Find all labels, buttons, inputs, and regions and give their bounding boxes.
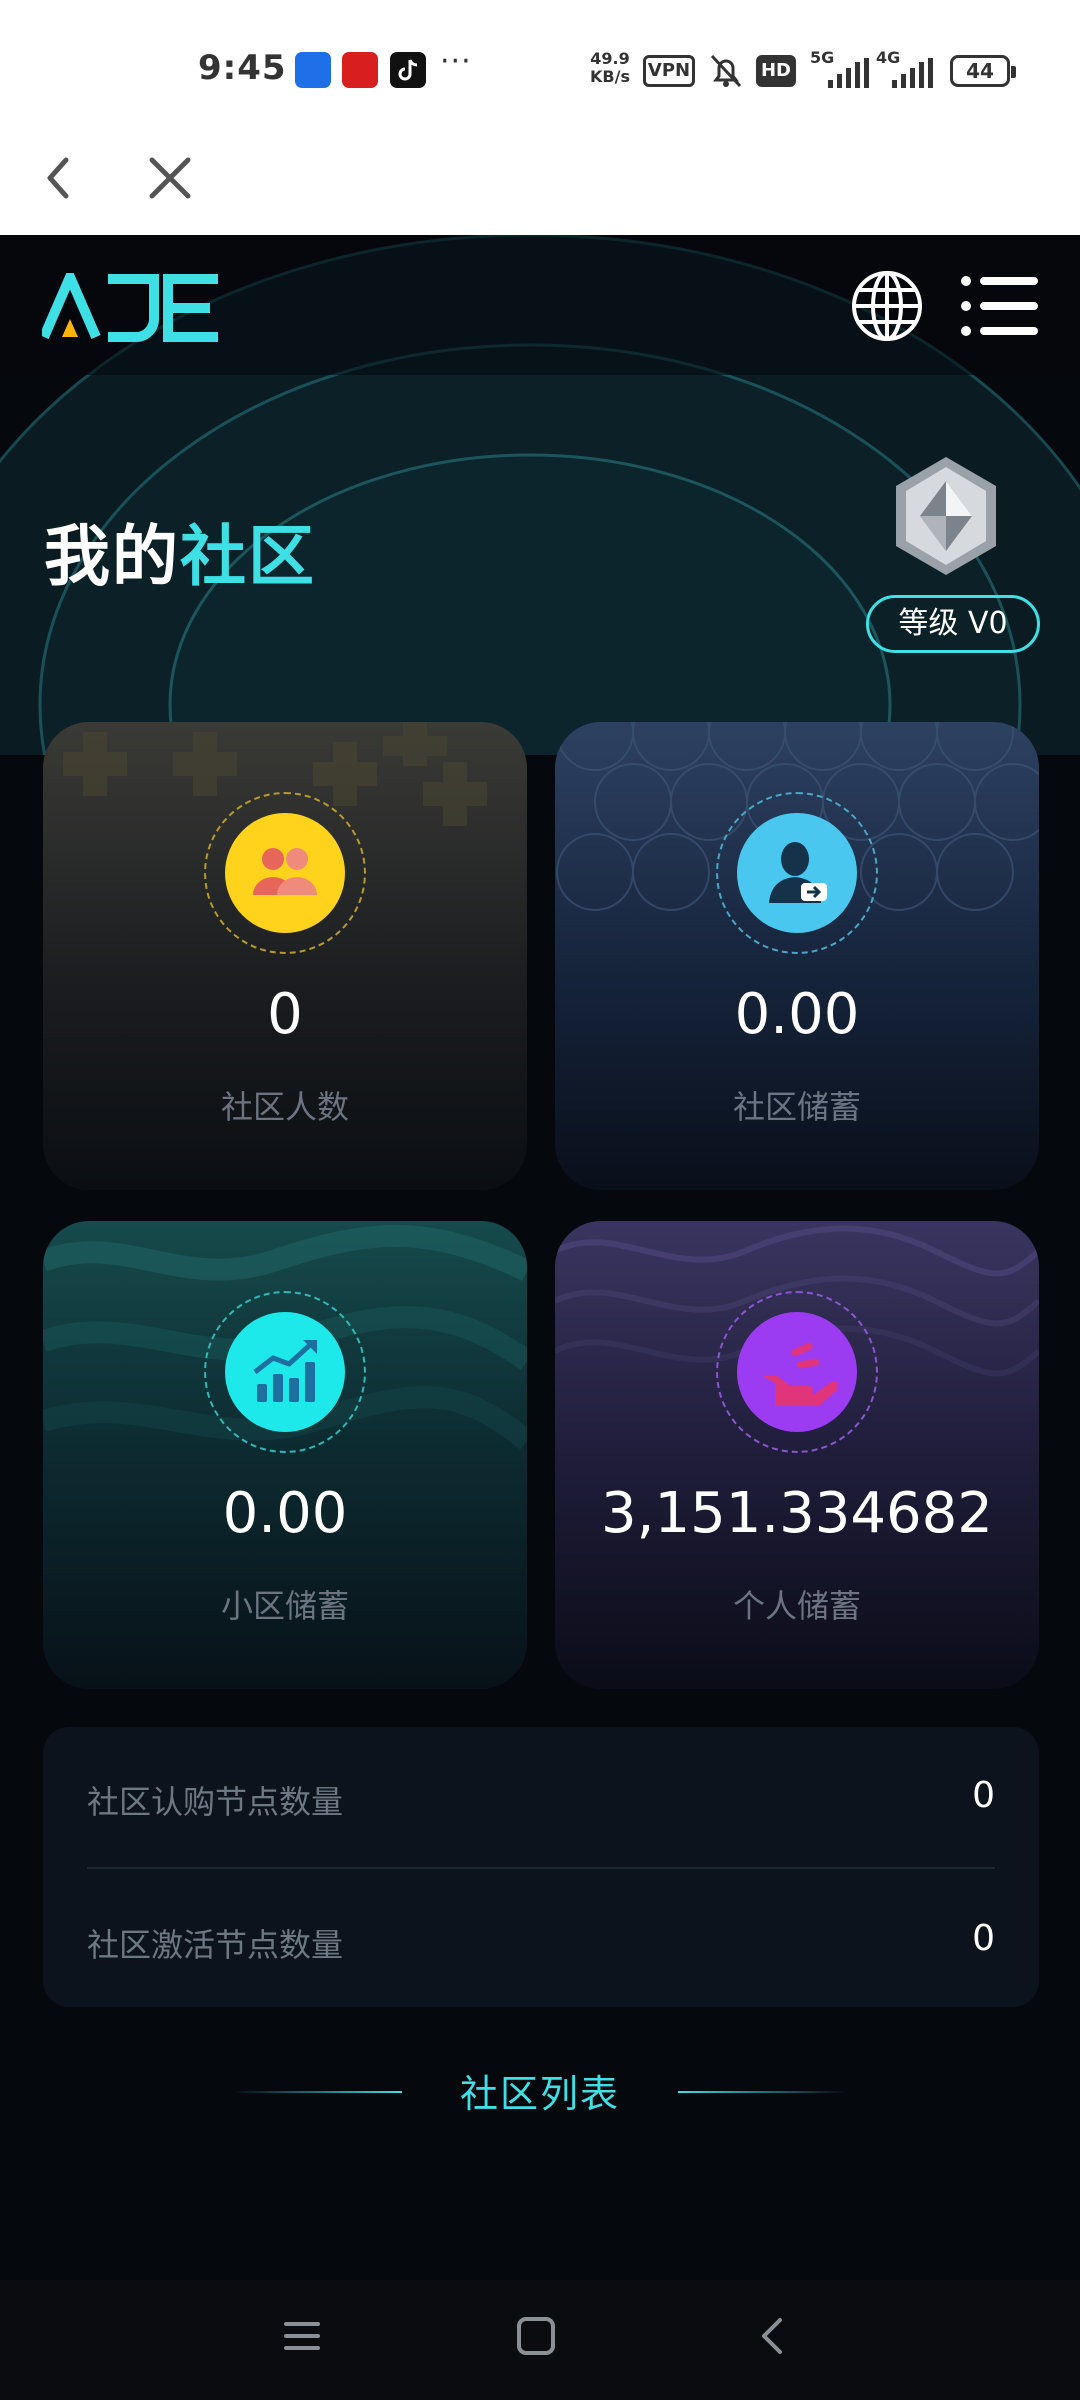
community-users-icon xyxy=(225,813,345,933)
signal-icon xyxy=(892,58,933,88)
recent-apps-icon[interactable] xyxy=(282,2316,322,2356)
small-area-savings-card[interactable]: 0.00 小区储蓄 xyxy=(43,1221,527,1689)
personal-savings-value: 3,151.334682 xyxy=(601,1481,993,1546)
subscribed-nodes-value: 0 xyxy=(972,1775,995,1816)
activated-nodes-label: 社区激活节点数量 xyxy=(87,1926,344,1964)
section-divider-right xyxy=(678,2091,848,2093)
signal-icon xyxy=(828,58,869,88)
globe-icon[interactable] xyxy=(850,269,924,343)
status-bar: 9:45 ··· 49.9 KB/s VPN HD 5G 4G 44 xyxy=(0,0,1080,140)
growth-chart-icon xyxy=(225,1312,345,1432)
app-notification-icon xyxy=(295,52,331,88)
app-notification-icon xyxy=(342,52,378,88)
small-area-savings-label: 小区储蓄 xyxy=(220,1587,349,1625)
home-icon[interactable] xyxy=(516,2316,556,2356)
subscribed-nodes-label: 社区认购节点数量 xyxy=(87,1783,344,1821)
bell-muted-icon xyxy=(708,52,744,94)
community-list-title: 社区列表 xyxy=(459,2072,620,2116)
community-savings-value: 0.00 xyxy=(734,982,860,1047)
community-members-card[interactable]: 0 社区人数 xyxy=(43,722,527,1190)
status-time: 9:45 xyxy=(198,48,287,88)
activated-nodes-row: 社区激活节点数量 0 xyxy=(87,1910,995,1970)
tiktok-icon xyxy=(390,52,426,88)
app-content: 我的社区 等级 V0 0 社区人数 0.00 社区储蓄 0.00 小区储蓄 3,… xyxy=(0,235,1080,2280)
chevron-left-icon[interactable] xyxy=(36,148,84,208)
hand-savings-icon xyxy=(737,1312,857,1432)
level-badge[interactable]: 等级 V0 xyxy=(866,595,1040,653)
node-stats-panel: 社区认购节点数量 0 社区激活节点数量 0 xyxy=(43,1727,1039,2007)
hd-icon: HD xyxy=(756,55,796,87)
menu-list-icon[interactable] xyxy=(960,273,1040,339)
battery-icon: 44 xyxy=(950,55,1016,87)
more-notifications-icon: ··· xyxy=(440,44,472,79)
subscribed-nodes-row: 社区认购节点数量 0 xyxy=(87,1767,995,1827)
community-members-value: 0 xyxy=(267,982,303,1047)
personal-savings-label: 个人储蓄 xyxy=(732,1587,861,1625)
aje-logo xyxy=(42,273,218,342)
community-members-label: 社区人数 xyxy=(220,1088,349,1126)
divider xyxy=(87,1867,995,1869)
small-area-savings-value: 0.00 xyxy=(222,1481,348,1546)
network-speed: 49.9 KB/s xyxy=(590,49,630,86)
system-navigation-bar xyxy=(0,2280,1080,2400)
page-title: 我的社区 xyxy=(44,518,316,595)
community-savings-card[interactable]: 0.00 社区储蓄 xyxy=(555,722,1039,1190)
user-transfer-icon xyxy=(737,813,857,933)
activated-nodes-value: 0 xyxy=(972,1918,995,1959)
personal-savings-card[interactable]: 3,151.334682 个人储蓄 xyxy=(555,1221,1039,1689)
close-icon[interactable] xyxy=(140,148,200,208)
diamond-level-icon xyxy=(896,457,996,575)
vpn-icon: VPN xyxy=(643,55,695,87)
community-savings-label: 社区储蓄 xyxy=(732,1088,861,1126)
back-icon[interactable] xyxy=(752,2316,792,2356)
browser-navigation xyxy=(0,140,1080,235)
